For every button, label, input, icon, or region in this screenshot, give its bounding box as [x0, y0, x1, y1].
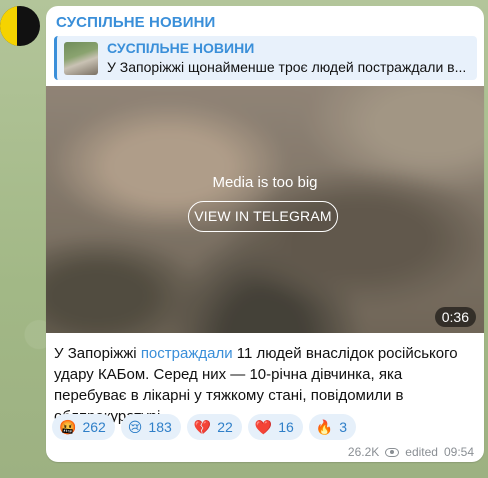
reply-thumbnail	[64, 42, 98, 75]
broken-heart-icon: 💔	[193, 418, 212, 435]
edited-label: edited	[405, 445, 438, 459]
reaction-count: 262	[82, 419, 106, 435]
message-link[interactable]: постраждали	[141, 345, 233, 362]
message-time: 09:54	[443, 445, 474, 459]
reaction-count: 183	[148, 419, 172, 435]
reactions-bar: 🤬 262 😢 183 💔 22 ❤️ 16 🔥 3	[52, 414, 357, 440]
reply-text: У Запоріжжі щонайменше троє людей постра…	[107, 59, 467, 75]
reaction-broken-heart[interactable]: 💔 22	[186, 414, 242, 440]
view-count: 26.2K	[347, 445, 380, 459]
reaction-crying[interactable]: 😢 183	[120, 414, 181, 440]
reply-title: СУСПІЛЬНЕ НОВИНИ	[107, 40, 255, 56]
channel-avatar[interactable]	[0, 6, 40, 46]
crying-face-icon: 😢	[127, 418, 143, 435]
fire-icon: 🔥	[315, 418, 334, 435]
view-in-telegram-button[interactable]: VIEW IN TELEGRAM	[188, 201, 338, 232]
channel-name[interactable]: СУСПІЛЬНЕ НОВИНИ	[56, 14, 215, 31]
video-duration: 0:36	[434, 307, 476, 327]
message-footer: 26.2K edited 09:54	[348, 445, 474, 459]
reaction-count: 22	[217, 419, 233, 435]
angry-face-icon: 🤬	[59, 418, 77, 435]
reaction-count: 3	[339, 419, 348, 435]
reaction-fire[interactable]: 🔥 3	[308, 414, 357, 440]
reply-preview[interactable]: СУСПІЛЬНЕ НОВИНИ У Запоріжжі щонайменше …	[54, 36, 477, 80]
heart-icon: ❤️	[254, 418, 273, 435]
eye-icon	[385, 447, 400, 457]
video-preview[interactable]: Media is too big VIEW IN TELEGRAM 0:36	[46, 86, 484, 333]
message-bubble: СУСПІЛЬНЕ НОВИНИ СУСПІЛЬНЕ НОВИНИ У Запо…	[46, 6, 484, 462]
reaction-heart[interactable]: ❤️ 16	[247, 414, 303, 440]
reaction-angry[interactable]: 🤬 262	[52, 414, 115, 440]
reaction-count: 16	[278, 419, 294, 435]
media-status-text: Media is too big	[212, 174, 318, 191]
message-text-start: У Запоріжжі	[54, 345, 141, 362]
